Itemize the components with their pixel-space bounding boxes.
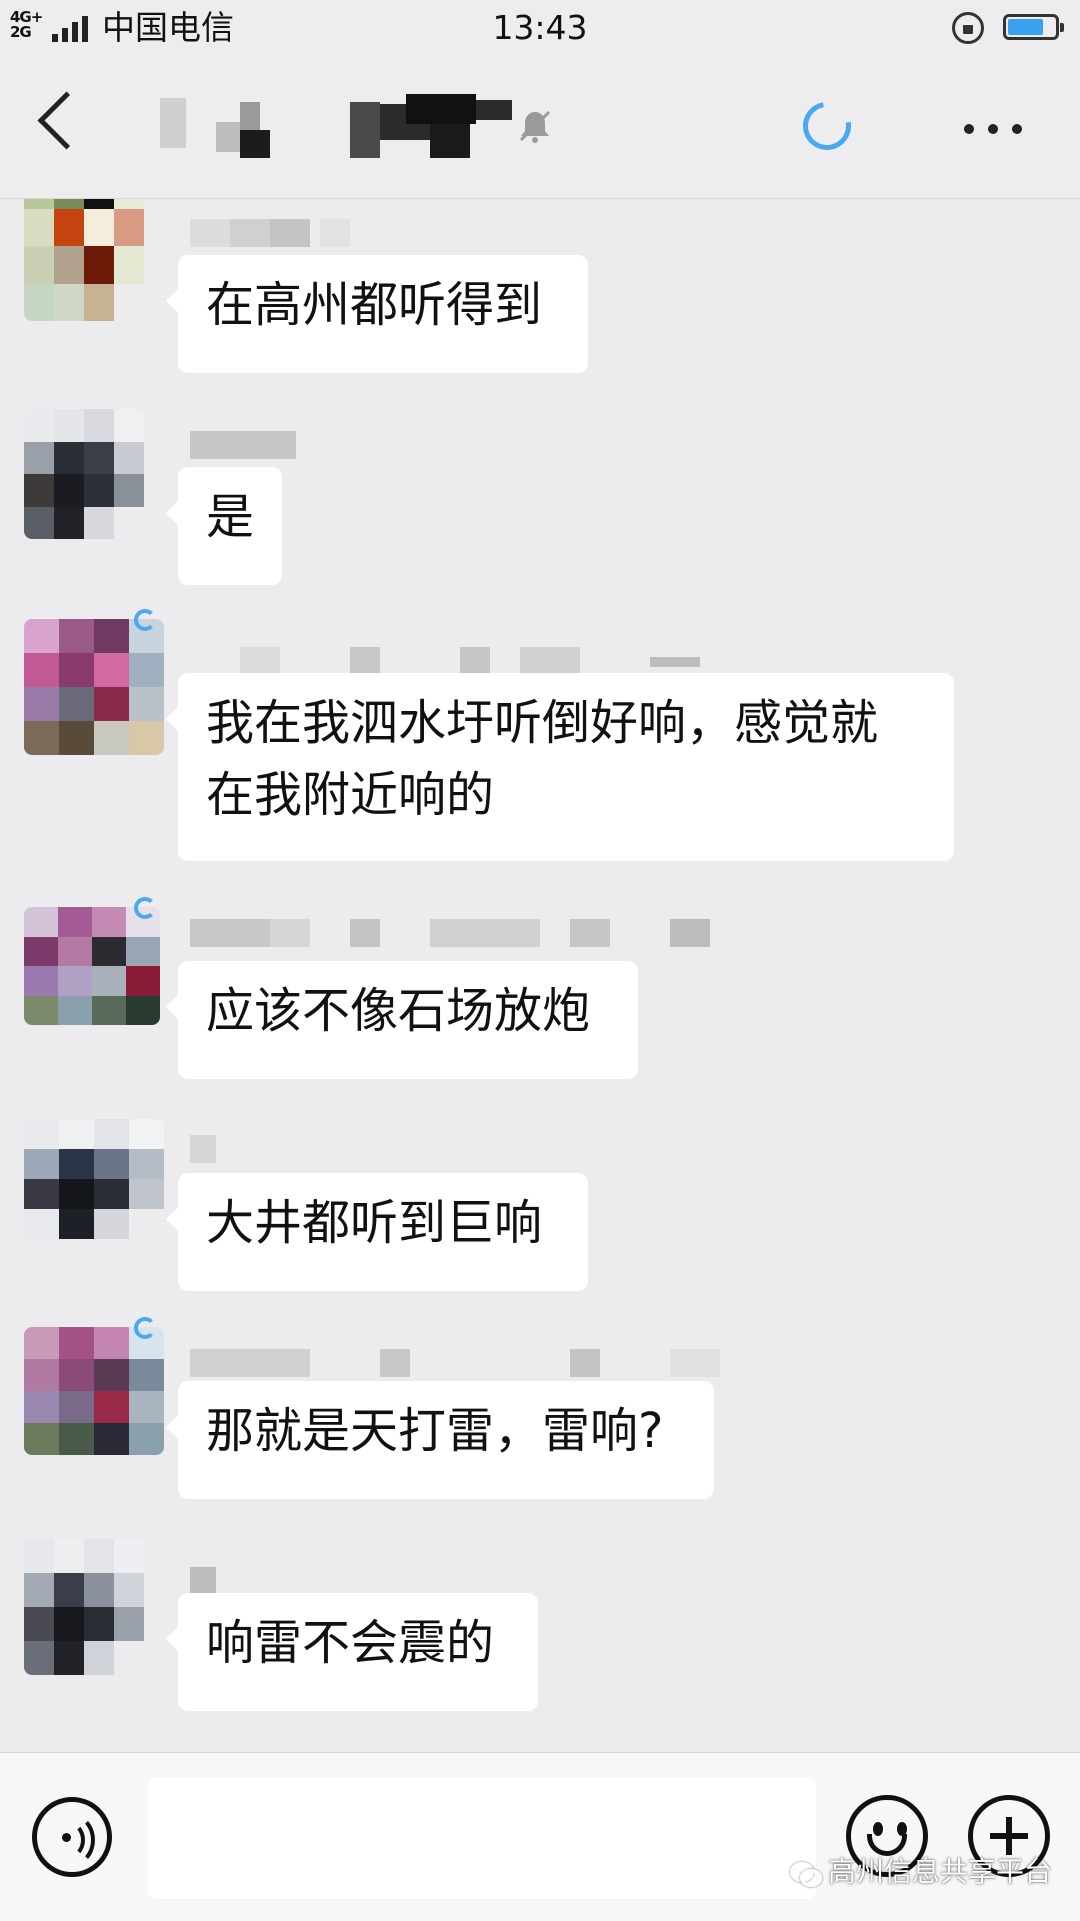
message-bubble[interactable]: 我在我泗水圩听倒好响，感觉就 在我附近响的 <box>166 673 954 861</box>
message-bubble[interactable]: 响雷不会震的 <box>166 1593 538 1711</box>
back-icon[interactable] <box>37 91 96 150</box>
sender-name-redacted <box>190 219 350 247</box>
avatar[interactable] <box>24 1119 164 1239</box>
message-bubble[interactable]: 在高州都听得到 <box>166 255 588 373</box>
watermark-text: 高州信息共享平台 <box>828 1855 1053 1888</box>
rotation-lock-icon <box>952 12 984 44</box>
avatar[interactable] <box>24 907 160 1025</box>
sender-name-redacted <box>190 431 296 459</box>
message-input[interactable] <box>148 1777 816 1899</box>
avatar[interactable] <box>24 409 144 539</box>
bell-muted-icon <box>519 110 551 143</box>
avatar[interactable] <box>24 1539 144 1675</box>
loading-spinner-icon <box>793 92 861 160</box>
chat-header <box>0 56 1080 199</box>
message-bubble[interactable]: 大井都听到巨响 <box>166 1173 588 1291</box>
sender-name-redacted <box>190 1567 216 1595</box>
chat-title-redacted <box>160 94 550 158</box>
sender-name-redacted <box>190 1349 730 1377</box>
status-bar: 4G+ 2G 中国电信 13:43 <box>0 0 1080 56</box>
sender-name-redacted <box>190 647 710 675</box>
more-dots-icon[interactable] <box>964 124 1024 134</box>
avatar[interactable] <box>24 199 144 321</box>
message-bubble[interactable]: 是 <box>166 467 282 585</box>
status-ring-icon <box>134 1317 156 1339</box>
sender-name-redacted <box>190 1135 216 1163</box>
status-time: 13:43 <box>492 8 588 47</box>
avatar[interactable] <box>24 619 164 755</box>
sender-name-redacted <box>190 919 720 947</box>
wechat-icon <box>790 1860 822 1887</box>
watermark: 高州信息共享平台 <box>790 1852 1052 1892</box>
message-bubble[interactable]: 那就是天打雷，雷响? <box>166 1381 714 1499</box>
input-bar <box>0 1752 1080 1921</box>
message-bubble[interactable]: 应该不像石场放炮 <box>166 961 638 1079</box>
voice-icon[interactable] <box>32 1797 112 1877</box>
battery-icon <box>1003 14 1064 40</box>
status-ring-icon <box>134 897 156 919</box>
status-ring-icon <box>134 609 156 631</box>
message-list[interactable]: 在高州都听得到 是 我在我泗水圩听倒好响，感觉就 在我附近响的 应该不像石场放炮 <box>0 199 1080 1749</box>
avatar[interactable] <box>24 1327 164 1455</box>
